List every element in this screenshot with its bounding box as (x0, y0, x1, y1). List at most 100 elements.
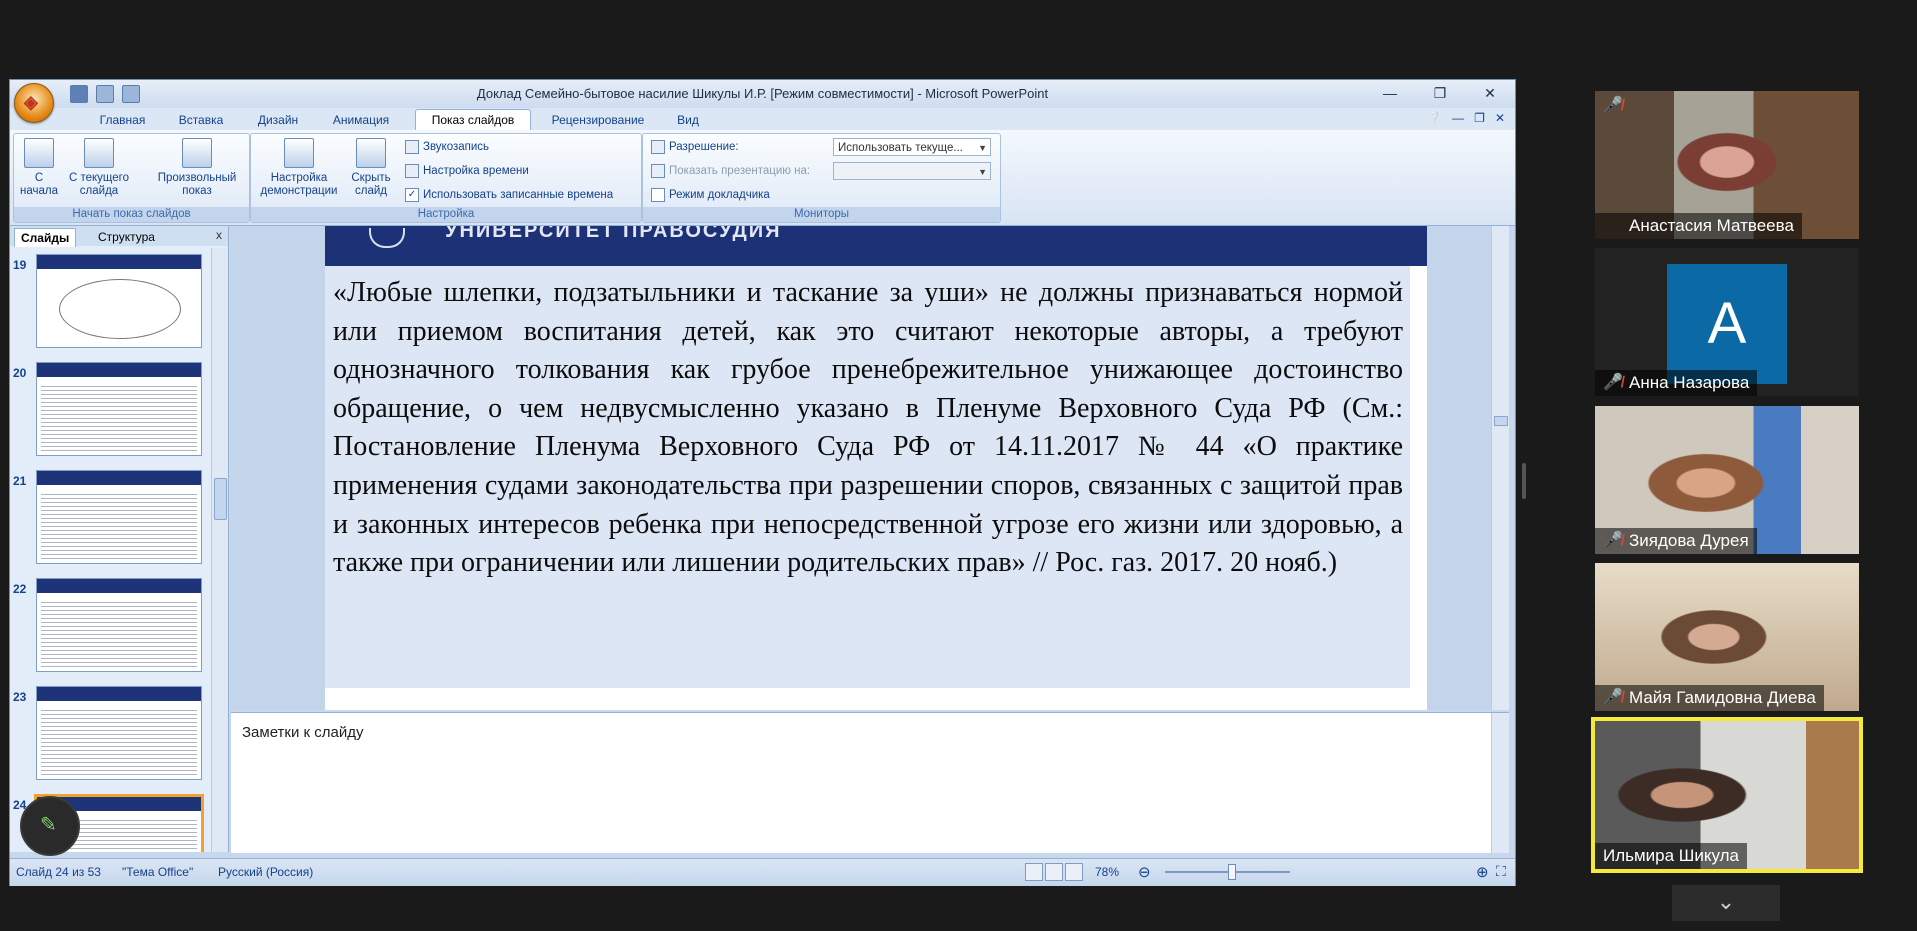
rehearse-timings-button[interactable]: Настройка времени (405, 162, 529, 180)
slide-editor-scrollbar[interactable] (1491, 226, 1509, 710)
ribbon-restore-icon[interactable]: ❐ (1474, 111, 1485, 125)
current-slide[interactable]: УНИВЕРСИТЕТ ПРАВОСУДИЯ «Любые шлепки, по… (325, 226, 1427, 710)
slide-thumbnail[interactable] (36, 254, 202, 348)
office-logo-icon: ◈ (24, 92, 38, 112)
play-current-icon (84, 138, 114, 168)
thumb-text (41, 383, 197, 451)
chevron-down-icon[interactable]: ⌄ (1672, 885, 1780, 921)
monitor-icon (651, 163, 665, 178)
ribbon-minimize-icon[interactable]: — (1452, 111, 1464, 125)
normal-view-icon[interactable] (1025, 863, 1043, 881)
from-current-button[interactable]: С текущего слайда (64, 138, 134, 198)
zoom-slider-thumb[interactable] (1228, 864, 1236, 880)
minimize-button[interactable]: — (1365, 80, 1415, 108)
help-icon[interactable]: ❔ (1427, 111, 1442, 125)
window-title: Доклад Семейно-бытовое насилие Шикулы И.… (476, 86, 1049, 101)
participant-tile-active-speaker[interactable]: Ильмира Шикула (1591, 717, 1863, 873)
pane-tabs: Слайды Структура x (10, 226, 228, 247)
tab-slides[interactable]: Слайды (14, 228, 77, 247)
muted-mic-icon: 🎤̸ (1603, 97, 1623, 114)
slides-pane: Слайды Структура x 19 20 21 22 23 24 (10, 226, 229, 852)
ribbon-close-icon[interactable]: ✕ (1495, 111, 1505, 125)
tab-review[interactable]: Рецензирование (536, 111, 660, 130)
chevron-down-icon: ▼ (978, 167, 987, 177)
custom-show-icon (182, 138, 212, 168)
tab-home[interactable]: Главная (90, 111, 155, 130)
tab-slide-show[interactable]: Показ слайдов (415, 109, 531, 131)
tab-insert[interactable]: Вставка (168, 111, 234, 130)
zoom-out-icon[interactable]: ⊖ (1138, 863, 1151, 881)
thumb-diagram (59, 279, 181, 339)
group-label: Мониторы (643, 207, 1000, 222)
tab-outline[interactable]: Структура (92, 228, 161, 246)
maximize-button[interactable]: ❐ (1415, 80, 1465, 108)
zoom-in-icon[interactable]: ⊕ (1476, 863, 1489, 881)
scrollbar-thumb[interactable] (214, 478, 227, 520)
participant-tile[interactable]: 🎤̸ Зиядова Дурея (1595, 406, 1859, 554)
tab-design[interactable]: Дизайн (250, 111, 306, 130)
setup-show-button[interactable]: Настройка демонстрации (255, 138, 343, 198)
notes-scrollbar[interactable] (1491, 713, 1509, 853)
slide-number: 23 (13, 690, 27, 704)
powerpoint-window: Доклад Семейно-бытовое насилие Шикулы И.… (9, 79, 1516, 886)
presenter-view-checkbox[interactable]: Режим докладчика (651, 186, 770, 204)
hide-slide-button[interactable]: Скрыть слайд (347, 138, 395, 198)
tab-animation[interactable]: Анимация (318, 111, 404, 130)
participant-tile[interactable]: А 🎤̸ Анна Назарова (1595, 248, 1859, 396)
ribbon-tabs: Главная Вставка Дизайн Анимация Показ сл… (10, 108, 1515, 131)
slide-text-box[interactable]: «Любые шлепки, подзатыльники и таскание … (325, 266, 1410, 688)
resolution-label: Разрешение: (651, 138, 739, 156)
slide-thumbnails: 19 20 21 22 23 24 (10, 248, 210, 852)
thumb-header (37, 471, 201, 485)
play-slides-icon (24, 138, 54, 168)
participant-tile[interactable]: 🎤̸ Анастасия Матвеева (1595, 91, 1859, 239)
setup-show-icon (284, 138, 314, 168)
slide-position: Слайд 24 из 53 (16, 865, 101, 879)
hide-slide-icon (356, 138, 386, 168)
checkbox-checked-icon: ✓ (405, 187, 419, 202)
scrollbar-thumb[interactable] (1494, 416, 1508, 426)
avatar: А (1667, 264, 1787, 384)
thumb-header (37, 255, 201, 269)
close-button[interactable]: ✕ (1465, 80, 1515, 108)
slide-header-text: УНИВЕРСИТЕТ ПРАВОСУДИЯ (445, 226, 782, 242)
slides-pane-scrollbar[interactable] (211, 248, 228, 852)
resolution-dropdown[interactable]: Использовать текуще... ▼ (833, 138, 991, 156)
title-bar: Доклад Семейно-бытовое насилие Шикулы И.… (10, 80, 1515, 109)
pen-icon: ✎ (40, 814, 57, 836)
use-timings-checkbox[interactable]: ✓ Использовать записанные времена (405, 186, 613, 204)
show-on-label: Показать презентацию на: (651, 162, 810, 180)
notes-pane[interactable]: Заметки к слайду (231, 712, 1509, 853)
slide-thumbnail[interactable] (36, 470, 202, 564)
slide-thumbnail[interactable] (36, 686, 202, 780)
group-label: Настройка (251, 207, 641, 222)
checkbox-unchecked-icon (651, 187, 665, 202)
zoom-level[interactable]: 78% (1095, 865, 1119, 879)
participant-name: Майя Гамидовна Диева (1595, 685, 1824, 711)
slideshow-view-icon[interactable] (1065, 863, 1083, 881)
theme-name: "Тема Office" (122, 865, 194, 879)
thumb-header (37, 579, 201, 593)
microphone-icon (405, 139, 419, 154)
participant-tile[interactable]: 🎤̸ Майя Гамидовна Диева (1595, 563, 1859, 711)
tab-view[interactable]: Вид (668, 111, 708, 130)
slide-thumbnail[interactable] (36, 362, 202, 456)
clock-icon (405, 163, 419, 178)
participant-name: Ильмира Шикула (1595, 843, 1748, 869)
record-narration-button[interactable]: Звукозапись (405, 138, 489, 156)
office-button[interactable]: ◈ (14, 83, 54, 123)
custom-show-button[interactable]: Произвольный показ (150, 138, 244, 198)
slide-sorter-icon[interactable] (1045, 863, 1063, 881)
participant-name: Анастасия Матвеева (1595, 213, 1802, 239)
slide-thumbnail[interactable] (36, 578, 202, 672)
annotate-pen-button[interactable]: ✎ (20, 796, 80, 856)
panel-resize-handle[interactable] (1522, 463, 1526, 499)
chevron-down-icon: ▼ (978, 143, 987, 153)
close-icon[interactable]: x (216, 228, 222, 242)
thumb-header (37, 687, 201, 701)
from-start-button[interactable]: С начала (18, 138, 60, 198)
thumb-text (41, 707, 197, 775)
show-on-dropdown[interactable]: ▼ (833, 162, 991, 180)
thumb-header (37, 363, 201, 377)
fit-window-icon[interactable]: ⛶ (1496, 863, 1506, 880)
